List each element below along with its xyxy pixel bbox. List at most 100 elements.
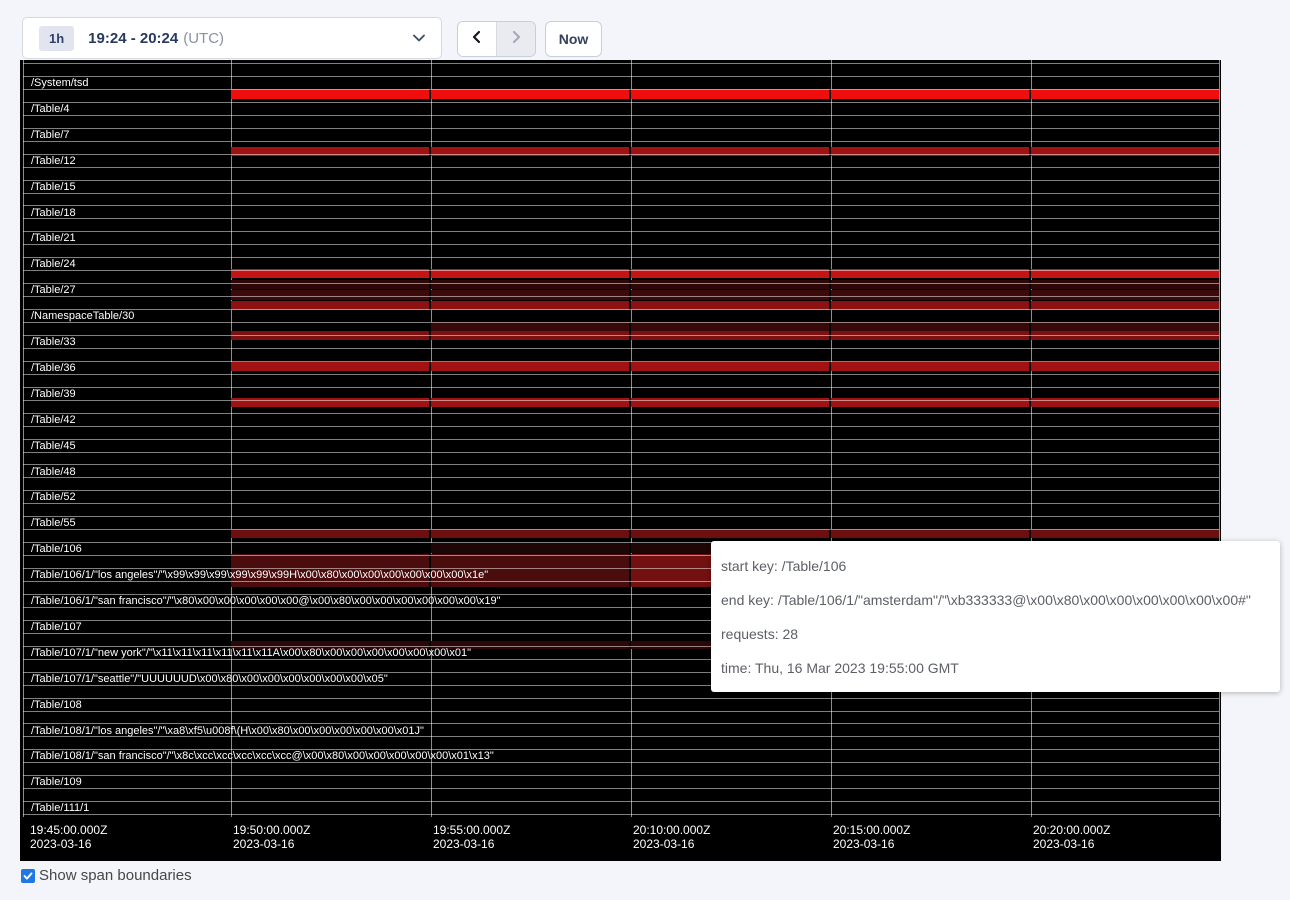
span-label: /Table/48 bbox=[31, 465, 76, 479]
span-label: /Table/33 bbox=[31, 335, 76, 349]
span-label: /Table/106/1/"san francisco"/"\x80\x00\x… bbox=[31, 594, 501, 608]
grid-hline bbox=[23, 180, 1219, 181]
grid-hline bbox=[23, 128, 1219, 129]
span-label: /Table/24 bbox=[31, 257, 76, 271]
chevron-right-icon bbox=[509, 30, 523, 49]
span-label: /Table/107/1/"new york"/"\x11\x11\x11\x1… bbox=[31, 646, 471, 660]
grid-hline bbox=[23, 193, 1219, 194]
checkbox-check-icon bbox=[23, 871, 33, 881]
span-boundaries-label: Show span boundaries bbox=[39, 867, 192, 884]
span-label: /Table/21 bbox=[31, 231, 76, 245]
grid-hline bbox=[23, 529, 1219, 530]
grid-hline bbox=[23, 413, 1219, 414]
span-label: /Table/106/1/"los angeles"/"\x99\x99\x99… bbox=[31, 568, 488, 582]
time-tick-label: 19:45:00.000Z2023-03-16 bbox=[30, 823, 107, 851]
grid-hline bbox=[23, 283, 1219, 284]
grid-hline bbox=[23, 154, 1219, 155]
prev-interval-button[interactable] bbox=[458, 22, 497, 56]
now-button[interactable]: Now bbox=[545, 21, 602, 57]
grid-hline bbox=[23, 335, 1219, 336]
grid-hline bbox=[23, 387, 1219, 388]
span-label: /System/tsd bbox=[31, 76, 88, 90]
span-label: /Table/42 bbox=[31, 413, 76, 427]
heat-band bbox=[431, 322, 1219, 331]
grid-hline bbox=[23, 231, 1219, 232]
grid-hline bbox=[23, 477, 1219, 478]
grid-hline bbox=[23, 516, 1219, 517]
time-tick-label: 19:55:00.000Z2023-03-16 bbox=[433, 823, 510, 851]
grid-hline bbox=[23, 490, 1219, 491]
grid-hline bbox=[23, 503, 1219, 504]
grid-hline bbox=[23, 801, 1219, 802]
grid-hline bbox=[23, 205, 1219, 206]
span-label: /Table/36 bbox=[31, 361, 76, 375]
span-boundaries-toggle[interactable]: Show span boundaries bbox=[21, 867, 192, 884]
span-label: /Table/55 bbox=[31, 516, 76, 530]
chevron-left-icon bbox=[470, 30, 484, 49]
grid-hline bbox=[23, 218, 1219, 219]
span-tooltip: start key: /Table/106 end key: /Table/10… bbox=[711, 541, 1280, 692]
grid-hline bbox=[23, 788, 1219, 789]
tooltip-time: time: Thu, 16 Mar 2023 19:55:00 GMT bbox=[721, 655, 1272, 689]
heat-band bbox=[231, 290, 1219, 300]
grid-hline bbox=[23, 711, 1219, 712]
span-label: /Table/52 bbox=[31, 490, 76, 504]
span-label: /Table/7 bbox=[31, 128, 70, 142]
time-tick-label: 20:20:00.000Z2023-03-16 bbox=[1033, 823, 1110, 851]
grid-hline bbox=[23, 439, 1219, 440]
heatmap-canvas[interactable]: /System/tsd/Table/4/Table/7/Table/12/Tab… bbox=[20, 60, 1221, 861]
grid-hline bbox=[23, 361, 1219, 362]
grid-hline bbox=[23, 309, 1219, 310]
span-label: /Table/45 bbox=[31, 439, 76, 453]
span-label: /Table/27 bbox=[31, 283, 76, 297]
span-boundaries-checkbox[interactable] bbox=[21, 869, 35, 883]
grid-hline bbox=[23, 244, 1219, 245]
heat-band bbox=[231, 280, 1219, 289]
span-label: /Table/39 bbox=[31, 387, 76, 401]
grid-hline bbox=[23, 270, 1219, 271]
time-tick-label: 20:15:00.000Z2023-03-16 bbox=[833, 823, 910, 851]
span-label: /Table/108/1/"san francisco"/"\x8c\xcc\x… bbox=[31, 749, 494, 763]
time-range-chip: 1h bbox=[39, 26, 74, 51]
span-label: /Table/106 bbox=[31, 542, 82, 556]
span-label: /Table/15 bbox=[31, 180, 76, 194]
heat-band bbox=[231, 147, 1219, 156]
time-range-select[interactable]: 1h 19:24 - 20:24 (UTC) bbox=[22, 17, 442, 59]
span-label: /Table/111/1 bbox=[31, 801, 89, 815]
tooltip-start-key: start key: /Table/106 bbox=[721, 553, 1272, 587]
heat-band bbox=[231, 529, 1219, 538]
heat-band bbox=[231, 362, 1219, 371]
grid-hline bbox=[23, 400, 1219, 401]
time-range-label: 19:24 - 20:24 bbox=[88, 30, 178, 47]
grid-hline bbox=[23, 348, 1219, 349]
grid-hline bbox=[23, 296, 1219, 297]
grid-hline bbox=[23, 63, 1219, 64]
span-label: /NamespaceTable/30 bbox=[31, 309, 134, 323]
grid-hline bbox=[23, 814, 1219, 815]
grid-vline bbox=[1219, 60, 1220, 817]
grid-hline bbox=[23, 76, 1219, 77]
grid-hline bbox=[23, 115, 1219, 116]
grid-hline bbox=[23, 452, 1219, 453]
next-interval-button[interactable] bbox=[497, 22, 535, 56]
grid-hline bbox=[23, 89, 1219, 90]
grid-hline bbox=[23, 698, 1219, 699]
grid-hline bbox=[23, 257, 1219, 258]
span-label: /Table/109 bbox=[31, 775, 82, 789]
grid-hline bbox=[23, 102, 1219, 103]
grid-hline bbox=[23, 322, 1219, 323]
span-label: /Table/108/1/"los angeles"/"\xa8\xf5\u00… bbox=[31, 724, 424, 738]
span-label: /Table/18 bbox=[31, 206, 76, 220]
heat-band bbox=[231, 89, 1219, 99]
grid-hline bbox=[23, 167, 1219, 168]
span-label: /Table/107 bbox=[31, 620, 82, 634]
tooltip-end-key: end key: /Table/106/1/"amsterdam"/"\xb33… bbox=[721, 587, 1272, 621]
grid-hline bbox=[23, 374, 1219, 375]
chevron-down-icon bbox=[413, 34, 425, 42]
tooltip-requests: requests: 28 bbox=[721, 621, 1272, 655]
time-range-utc: (UTC) bbox=[183, 30, 224, 47]
time-nav-group bbox=[457, 21, 536, 57]
time-tick-label: 19:50:00.000Z2023-03-16 bbox=[233, 823, 310, 851]
grid-hline bbox=[23, 141, 1219, 142]
span-label: /Table/107/1/"seattle"/"UUUUUUD\x00\x80\… bbox=[31, 672, 388, 686]
